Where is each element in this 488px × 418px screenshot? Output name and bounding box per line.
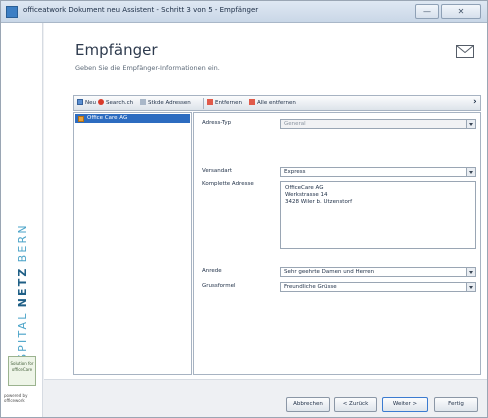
chevron-down-icon[interactable] xyxy=(466,120,475,128)
remove-button[interactable]: Entfernen xyxy=(207,99,242,106)
address-line: 3428 Wiler b. Utzenstorf xyxy=(285,199,353,205)
address-type-select[interactable]: General xyxy=(280,119,476,129)
wizard-footer: Abbrechen < Zurück Weiter > Fertig xyxy=(44,379,487,417)
closing-label: Grussformel xyxy=(202,283,236,289)
address-line: OfficeCare AG xyxy=(285,185,324,191)
recipient-details: Adress-Typ General Versandart Express Ko… xyxy=(193,112,481,375)
back-button[interactable]: < Zurück xyxy=(334,397,377,412)
cancel-button[interactable]: Abbrechen xyxy=(286,397,330,412)
brand-light: SPITAL xyxy=(16,311,29,361)
arrow-icon xyxy=(140,99,146,105)
recipient-toolbar: Neu Search.ch Stkde Adressen Entfernen A… xyxy=(73,95,481,111)
window-title: officeatwork Dokument neu Assistent - Sc… xyxy=(23,6,259,14)
salutation-select[interactable]: Sehr geehrte Damen und Herren xyxy=(280,267,476,277)
full-address-textarea[interactable]: OfficeCare AG Werkstrasse 14 3428 Wiler … xyxy=(280,181,476,249)
minimize-button[interactable]: — xyxy=(415,4,439,19)
page-subtitle: Geben Sie die Empfänger-Informationen ei… xyxy=(75,64,220,72)
main-panel: Empfänger Geben Sie die Empfänger-Inform… xyxy=(44,23,487,417)
chevron-right-icon[interactable]: › xyxy=(473,97,477,107)
brand-end: BERN xyxy=(16,223,29,262)
closing-select[interactable]: Freundliche Grüsse xyxy=(280,282,476,292)
close-button[interactable]: ✕ xyxy=(441,4,481,19)
page-title: Empfänger xyxy=(75,41,158,59)
chevron-down-icon[interactable] xyxy=(466,168,475,176)
new-button[interactable]: Neu xyxy=(77,99,96,106)
shipping-select[interactable]: Express xyxy=(280,167,476,177)
app-icon xyxy=(6,6,18,18)
brand-logo: SPITAL NETZ BERN xyxy=(9,193,35,363)
solution-seal: Solution for officeCare xyxy=(8,356,36,386)
wizard-window: officeatwork Dokument neu Assistent - Sc… xyxy=(0,0,488,418)
local-addresses-button[interactable]: Stkde Adressen xyxy=(140,99,191,106)
new-icon xyxy=(77,99,83,105)
search-ch-button[interactable]: Search.ch xyxy=(98,99,133,106)
address-type-value: General xyxy=(284,121,306,127)
powered-by: powered by officework xyxy=(4,393,28,403)
remove-label: Entfernen xyxy=(215,100,242,106)
chevron-down-icon[interactable] xyxy=(466,283,475,291)
closing-value: Freundliche Grüsse xyxy=(284,284,337,290)
toolbar-divider xyxy=(203,98,204,109)
svg-text:SPITALNETZBERN: SPITAL NETZ BERN xyxy=(16,223,29,361)
contact-icon xyxy=(78,115,84,122)
local-addresses-label: Stkde Adressen xyxy=(148,100,191,106)
address-type-label: Adress-Typ xyxy=(202,120,232,126)
recipient-list[interactable]: Office Care AG xyxy=(73,112,192,375)
remove-all-icon xyxy=(249,99,255,105)
shipping-value: Express xyxy=(284,169,306,175)
full-address-label: Komplette Adresse xyxy=(202,181,254,187)
sidebar: SPITAL NETZ BERN Solution for officeCare p… xyxy=(1,23,43,417)
salutation-value: Sehr geehrte Damen und Herren xyxy=(284,269,375,275)
envelope-icon xyxy=(456,45,474,58)
list-item[interactable]: Office Care AG xyxy=(75,114,190,123)
chevron-down-icon[interactable] xyxy=(466,268,475,276)
remove-icon xyxy=(207,99,213,105)
remove-all-label: Alle entfernen xyxy=(257,100,296,106)
salutation-label: Anrede xyxy=(202,268,222,274)
list-item-label: Office Care AG xyxy=(87,115,128,121)
finish-button[interactable]: Fertig xyxy=(434,397,478,412)
remove-all-button[interactable]: Alle entfernen xyxy=(249,99,296,106)
new-label: Neu xyxy=(85,100,96,106)
shipping-label: Versandart xyxy=(202,168,232,174)
address-line: Werkstrasse 14 xyxy=(285,192,328,198)
next-button[interactable]: Weiter > xyxy=(382,397,428,412)
title-bar[interactable]: officeatwork Dokument neu Assistent - Sc… xyxy=(1,1,487,23)
brand-bold: NETZ xyxy=(16,266,29,307)
search-ch-label: Search.ch xyxy=(106,100,134,106)
page-header: Empfänger Geben Sie die Empfänger-Inform… xyxy=(44,23,487,87)
search-ch-icon xyxy=(98,99,104,105)
